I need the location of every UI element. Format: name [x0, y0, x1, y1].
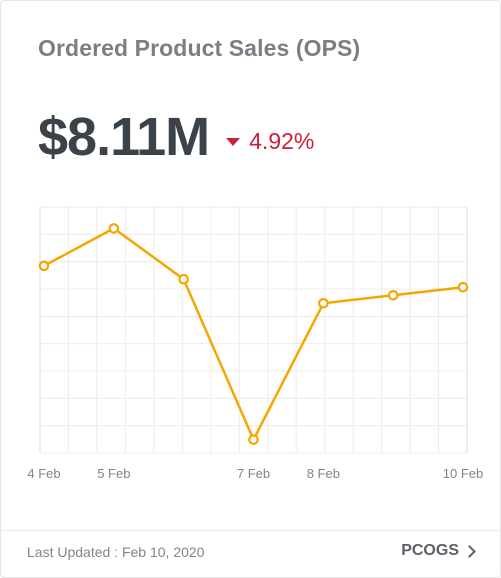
- series-line: [42, 227, 465, 441]
- x-tick-label: 4 Feb: [27, 466, 60, 481]
- chevron-right-icon: [463, 545, 476, 558]
- last-updated-text: Last Updated : Feb 10, 2020: [27, 544, 205, 560]
- x-tick-label: 7 Feb: [237, 466, 270, 481]
- x-axis-ticks: 4 Feb 5 Feb 7 Feb 8 Feb 10 Feb: [27, 466, 483, 481]
- ops-card: Ordered Product Sales (OPS) $8.11M 4.92%…: [0, 0, 501, 578]
- series-points-layer: [38, 223, 469, 445]
- data-point: [38, 260, 50, 272]
- data-point: [248, 434, 259, 445]
- x-tick-label: 10 Feb: [443, 466, 483, 481]
- x-tick-label: 5 Feb: [97, 466, 130, 481]
- ops-line-chart: 4 Feb 5 Feb 7 Feb 8 Feb 10 Feb: [27, 206, 483, 481]
- series-line-layer: [42, 227, 465, 441]
- x-tick-label: 8 Feb: [307, 466, 340, 481]
- pcogs-link-label: PCOGS: [401, 542, 459, 559]
- data-point: [178, 273, 189, 285]
- data-point: [457, 281, 469, 293]
- footer-divider: [1, 530, 500, 531]
- data-point: [318, 297, 329, 309]
- pcogs-link[interactable]: PCOGS: [401, 542, 476, 560]
- data-point: [108, 223, 120, 234]
- chart-grid: [39, 206, 468, 454]
- data-point: [387, 289, 399, 301]
